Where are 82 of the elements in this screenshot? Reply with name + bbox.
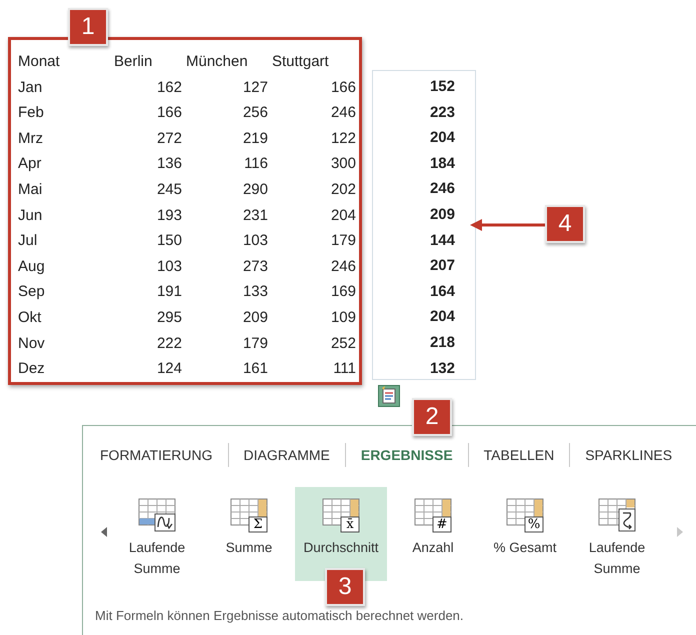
- analysis-option[interactable]: # Anzahl: [387, 487, 479, 581]
- column-header: Berlin: [113, 52, 154, 72]
- table-cell-text: 111: [332, 359, 356, 380]
- result-cell-text: 209: [430, 204, 455, 225]
- table-cell-text: 219: [242, 128, 268, 149]
- ribbon-tab[interactable]: DIAGRAMME: [228, 444, 345, 466]
- table-cell-text: Mai: [18, 180, 44, 200]
- table-cell-text: Okt: [18, 308, 42, 328]
- result-cell-text: 246: [430, 179, 455, 200]
- table-cell-text: 295: [156, 308, 182, 328]
- table-cell-text: 193: [156, 206, 182, 226]
- table-cell-text: 162: [156, 78, 182, 98]
- callout-number: 1: [68, 8, 108, 46]
- result-cell-text: 184: [430, 154, 455, 174]
- callout-number: 2: [412, 398, 452, 436]
- table-cell-text: 245: [156, 180, 182, 200]
- table-cell-text: 169: [330, 282, 356, 302]
- table-cell-text: 124: [156, 359, 182, 380]
- table-cell-text: Jul: [18, 231, 38, 252]
- ribbon-tab[interactable]: SPARKLINES: [570, 444, 688, 466]
- table-cell-text: 103: [242, 231, 268, 252]
- table-cell-text: 150: [156, 231, 182, 252]
- table-cell-text: 161: [242, 359, 268, 380]
- result-cell-text: 218: [430, 332, 455, 353]
- table-cell-text: Mrz: [18, 128, 44, 149]
- result-cell-text: 223: [430, 102, 455, 123]
- callout-number: 4: [545, 205, 585, 243]
- table-cell-text: Feb: [18, 103, 45, 124]
- table-cell-text: Apr: [18, 154, 42, 174]
- table-cell-text: 246: [330, 103, 356, 124]
- description-text: Mit Formeln können Ergebnisse automatisch berechnet werden.: [95, 608, 464, 623]
- table-cell-text: 204: [330, 206, 356, 226]
- result-cell-text: 204: [430, 128, 455, 148]
- table-cell-text: 209: [242, 308, 268, 328]
- table-cell-text: 272: [156, 128, 182, 149]
- column-header: München: [185, 52, 249, 72]
- table-cell-text: 136: [156, 154, 182, 174]
- ribbon-tab[interactable]: FORMATIERUNG: [85, 444, 228, 466]
- analysis-option[interactable]: Laufende Summe: [111, 487, 203, 581]
- result-cell-text: 152: [430, 77, 455, 97]
- table-cell-text: 166: [156, 103, 182, 124]
- analysis-option[interactable]: Laufende Summe: [571, 487, 663, 581]
- table-cell-text: Jun: [18, 206, 44, 226]
- table-cell-text: 103: [156, 256, 182, 277]
- table-cell-text: 202: [330, 180, 356, 200]
- table-cell-text: 109: [330, 308, 356, 328]
- quick-analysis-button[interactable]: [378, 385, 400, 407]
- table-cell-text: 127: [242, 78, 268, 98]
- table-cell-text: Sep: [18, 282, 46, 302]
- result-cell-text: 144: [430, 230, 455, 251]
- table-cell-text: Nov: [18, 334, 46, 354]
- table-cell-text: 166: [330, 78, 356, 98]
- table-icon: [137, 497, 177, 533]
- table-cell-text: 179: [330, 231, 356, 252]
- table-cell-text: 116: [243, 154, 268, 174]
- table-cell-text: 273: [242, 256, 268, 277]
- table-cell-text: 246: [330, 256, 356, 277]
- table-cell-text: 252: [330, 334, 356, 354]
- result-cell-text: 207: [430, 256, 455, 276]
- result-cell-text: 164: [430, 282, 455, 302]
- column-header: Stuttgart: [271, 52, 330, 72]
- table-icon: [597, 497, 637, 533]
- result-cell-text: 132: [430, 358, 455, 379]
- table-cell-text: Dez: [18, 359, 46, 380]
- table-cell-text: 256: [242, 103, 268, 124]
- table-cell-text: 290: [242, 180, 268, 200]
- table-cell-text: 222: [156, 334, 182, 354]
- ribbon-tab[interactable]: ERGEBNISSE: [346, 444, 468, 466]
- table-cell-text: 122: [330, 128, 356, 149]
- table-cell-text: Jan: [18, 78, 44, 98]
- table-cell-text: 231: [242, 206, 268, 226]
- ribbon-tab[interactable]: TABELLEN: [468, 444, 570, 466]
- table-cell-text: Aug: [18, 256, 46, 277]
- column-header: Monat: [18, 52, 61, 72]
- result-cell-text: 204: [430, 307, 455, 328]
- table-cell-text: 179: [242, 334, 268, 354]
- analysis-option[interactable]: Σ Summe: [203, 487, 295, 581]
- table-cell-text: 133: [242, 282, 268, 302]
- analysis-option[interactable]: % % Gesamt: [479, 487, 571, 581]
- callout-number: 3: [325, 568, 365, 606]
- table-cell-text: 191: [156, 282, 182, 302]
- table-cell-text: 300: [330, 154, 356, 174]
